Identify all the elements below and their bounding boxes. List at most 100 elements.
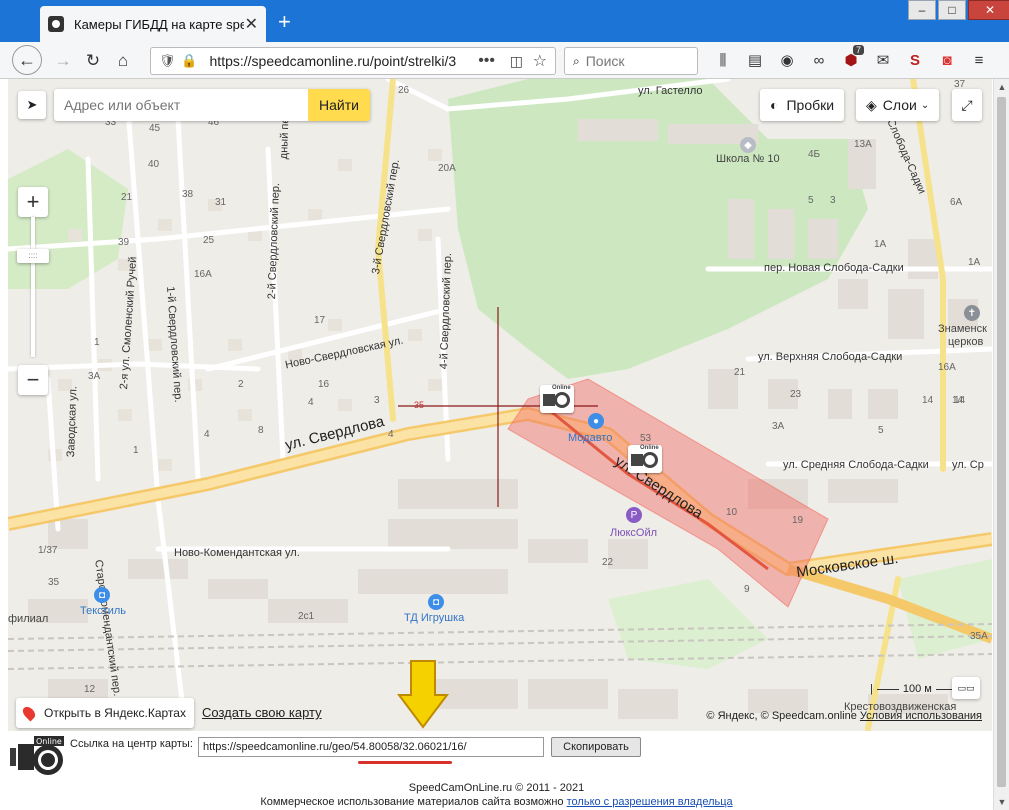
house-number: 25 — [203, 235, 215, 246]
page-actions-icon[interactable]: ••• — [478, 52, 495, 70]
new-tab-button[interactable]: + — [278, 11, 291, 33]
scale-label: 100 м — [902, 683, 932, 695]
poi-label[interactable]: Модавто — [568, 432, 612, 444]
zoom-slider-handle[interactable]: :::: — [17, 249, 49, 263]
map-attribution: © Яндекс, © Speedcam.online Условия испо… — [706, 710, 982, 722]
house-number: 1A — [968, 257, 981, 268]
zoom-slider-track[interactable] — [31, 217, 35, 357]
house-number: 16A — [938, 362, 956, 373]
toy-shop-icon[interactable]: ◘ — [428, 594, 444, 610]
bookmark-star-icon[interactable]: ☆ — [533, 51, 547, 71]
open-in-yandex-button[interactable]: Открыть в Яндекс.Картах — [16, 698, 194, 728]
poi-label[interactable]: Текстиль — [80, 605, 126, 617]
speed-camera-icon[interactable]: Online — [628, 445, 662, 473]
house-number: 13A — [854, 139, 872, 150]
house-number: 1/37 — [38, 545, 58, 556]
home-button[interactable]: ⌂ — [110, 48, 136, 74]
url-text[interactable]: https://speedcamonline.ru/point/strelki/… — [210, 53, 460, 69]
speedcam-logo: Online — [10, 736, 68, 778]
speed-camera-icon[interactable]: Online — [540, 385, 574, 413]
permission-link[interactable]: только с разрешения владельца — [567, 796, 733, 808]
attribution-text: © Яндекс, © Speedcam.online — [706, 710, 857, 722]
footer-commercial: Коммерческое использование материалов са… — [0, 796, 993, 808]
shop-icon[interactable]: ◘ — [94, 587, 110, 603]
poi-label[interactable]: Школа № 10 — [716, 153, 780, 165]
reload-button[interactable]: ↻ — [80, 48, 106, 74]
window-close-button[interactable]: ✕ — [968, 0, 1009, 20]
back-button[interactable]: ← — [12, 45, 42, 75]
house-number: 35 — [48, 577, 60, 588]
house-number: 6A — [950, 197, 963, 208]
library-icon[interactable]: ⫼ — [712, 50, 734, 72]
zoom-out-button[interactable]: − — [18, 365, 48, 395]
account-icon[interactable]: ◉ — [776, 50, 798, 72]
house-number: 14 — [922, 395, 934, 406]
house-number: 5 — [878, 425, 884, 436]
copy-button[interactable]: Скопировать — [551, 737, 641, 757]
layers-icon: ◈ — [866, 96, 877, 113]
maximize-button[interactable]: □ — [938, 0, 966, 20]
zoom-in-button[interactable]: + — [18, 187, 48, 217]
center-link-input[interactable]: https://speedcamonline.ru/geo/54.80058/3… — [198, 737, 544, 757]
house-number: 3 — [830, 195, 836, 206]
house-number: 23 — [790, 389, 802, 400]
poi-label[interactable]: ТД Игрушка — [404, 612, 464, 624]
poi-label[interactable]: Знаменск — [938, 323, 987, 335]
coordinates-underline — [358, 761, 452, 764]
menu-icon[interactable]: ≡ — [968, 50, 990, 72]
traffic-button[interactable]: ◐ Пробки — [760, 89, 845, 121]
geolocation-button[interactable]: ➤ — [18, 91, 46, 119]
school-icon[interactable]: ◆ — [740, 137, 756, 153]
poi-label[interactable]: ЛюксОйл — [610, 527, 657, 539]
scroll-up-arrow[interactable]: ▲ — [994, 79, 1009, 95]
house-number: 4 — [308, 397, 314, 408]
church-icon[interactable]: ✝ — [964, 305, 980, 321]
car-service-icon[interactable]: ● — [588, 413, 604, 429]
house-number: 21 — [121, 192, 133, 203]
extension-badge: 7 — [853, 45, 865, 55]
address-bar[interactable]: 🛡 🔒 https://speedcamonline.ru/point/stre… — [150, 47, 556, 75]
speedcam-favicon-icon — [48, 16, 64, 32]
house-number: 3 — [374, 395, 380, 406]
forward-button[interactable]: → — [50, 48, 76, 74]
toolbar-icons: ⫼ ▤ ◉ ∞ ⬢ ✉ S ◙ ≡ — [712, 50, 990, 72]
browser-tab[interactable]: Камеры ГИБДД на карте speedcam ✕ — [40, 6, 266, 42]
search-bar[interactable]: ⌕ Поиск — [564, 47, 698, 75]
vertical-scrollbar[interactable]: ▲ ▼ — [993, 79, 1009, 810]
footer-copyright: SpeedCamOnLine.ru © 2011 - 2021 — [408, 782, 585, 794]
house-number: 12 — [84, 684, 96, 695]
fullscreen-button[interactable]: ⤢ — [952, 89, 982, 121]
vpn-icon[interactable]: ∞ — [808, 50, 830, 72]
shield-icon[interactable]: 🛡 — [159, 53, 176, 69]
house-number: 38 — [182, 189, 194, 200]
scrollbar-thumb[interactable] — [997, 97, 1006, 787]
highlight-arrow-icon — [397, 660, 449, 729]
map-search-button[interactable]: Найти — [308, 89, 370, 121]
map-container[interactable]: ул. Свердлова ул. Свердлова Московское ш… — [8, 79, 992, 731]
tab-bar: Камеры ГИБДД на карте speedcam ✕ + – □ ✕ — [0, 0, 1009, 42]
house-number: 5 — [808, 195, 814, 206]
poi-label[interactable]: церков — [948, 336, 983, 348]
map-canvas[interactable] — [8, 79, 992, 731]
layers-button[interactable]: ◈ Слои ⌄ — [856, 89, 940, 121]
pocket-icon[interactable]: ◫ — [510, 53, 523, 70]
screenshot-icon[interactable]: ◙ — [936, 50, 958, 72]
lock-icon[interactable]: 🔒 — [181, 53, 197, 69]
ruler-button[interactable]: ▭▭ — [952, 677, 980, 699]
tab-close-icon[interactable]: ✕ — [245, 14, 258, 34]
map-search-input[interactable] — [54, 89, 304, 121]
extension-icon[interactable]: ✉ — [872, 50, 894, 72]
sidebar-icon[interactable]: ▤ — [744, 50, 766, 72]
create-map-link[interactable]: Создать свою карту — [202, 705, 322, 720]
terms-link[interactable]: Условия использования — [860, 710, 982, 722]
scroll-down-arrow[interactable]: ▼ — [994, 794, 1009, 810]
traffic-icon: ◐ — [770, 97, 779, 113]
commercial-text: Коммерческое использование материалов са… — [260, 796, 564, 808]
minimize-button[interactable]: – — [908, 0, 936, 20]
chevron-down-icon: ⌄ — [920, 99, 930, 111]
seo-extension-icon[interactable]: S — [904, 50, 926, 72]
poi-label[interactable]: филиал — [8, 613, 48, 625]
house-number: 17 — [314, 315, 326, 326]
fuel-station-icon[interactable]: P — [626, 507, 642, 523]
house-number: 26 — [398, 85, 410, 96]
